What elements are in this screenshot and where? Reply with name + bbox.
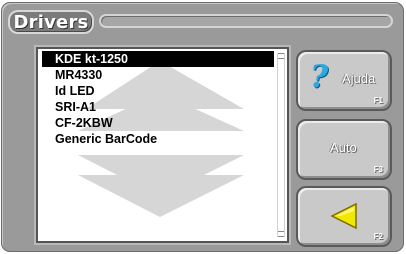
auto-button[interactable]: Auto F3 bbox=[296, 119, 392, 180]
scrollbar-bottom-grip[interactable] bbox=[278, 231, 284, 237]
drivers-listbox[interactable]: KDE kt-1250 MR4330 Id LED SRI-A1 CF-2KBW… bbox=[36, 47, 289, 243]
driver-list-item[interactable]: Generic BarCode bbox=[42, 131, 274, 147]
driver-name: Generic BarCode bbox=[55, 132, 158, 146]
auto-button-label: Auto bbox=[330, 140, 357, 155]
help-shortcut-key: F1 bbox=[373, 96, 383, 105]
driver-name: Id LED bbox=[55, 84, 95, 98]
back-button[interactable]: F2 bbox=[296, 186, 392, 247]
driver-list-item[interactable]: CF-2KBW bbox=[42, 115, 274, 131]
back-shortcut-key: F2 bbox=[373, 232, 383, 241]
title-tab: Drivers bbox=[8, 10, 94, 34]
driver-list-item-selected[interactable]: KDE kt-1250 bbox=[42, 51, 274, 67]
driver-list-item[interactable]: MR4330 bbox=[42, 67, 274, 83]
driver-name: CF-2KBW bbox=[55, 116, 113, 130]
help-question-icon: ? bbox=[310, 59, 329, 95]
help-button[interactable]: ? Ajuda F1 bbox=[296, 50, 392, 111]
back-arrow-icon bbox=[330, 202, 357, 230]
help-button-label: Ajuda bbox=[342, 71, 376, 86]
driver-list-item[interactable]: Id LED bbox=[42, 83, 274, 99]
driver-list: KDE kt-1250 MR4330 Id LED SRI-A1 CF-2KBW… bbox=[42, 51, 274, 147]
driver-name: MR4330 bbox=[55, 68, 103, 82]
scrollbar-top-grip[interactable] bbox=[278, 53, 284, 59]
auto-shortcut-key: F3 bbox=[373, 165, 383, 174]
driver-name: SRI-A1 bbox=[55, 100, 96, 114]
drivers-panel: Drivers KDE kt-1250 MR4330 Id LED SRI-A1… bbox=[1, 2, 404, 252]
driver-name: KDE kt-1250 bbox=[55, 52, 128, 66]
window-title: Drivers bbox=[13, 11, 89, 33]
title-bar bbox=[99, 14, 393, 28]
list-scrollbar[interactable] bbox=[277, 53, 285, 237]
driver-list-item[interactable]: SRI-A1 bbox=[42, 99, 274, 115]
